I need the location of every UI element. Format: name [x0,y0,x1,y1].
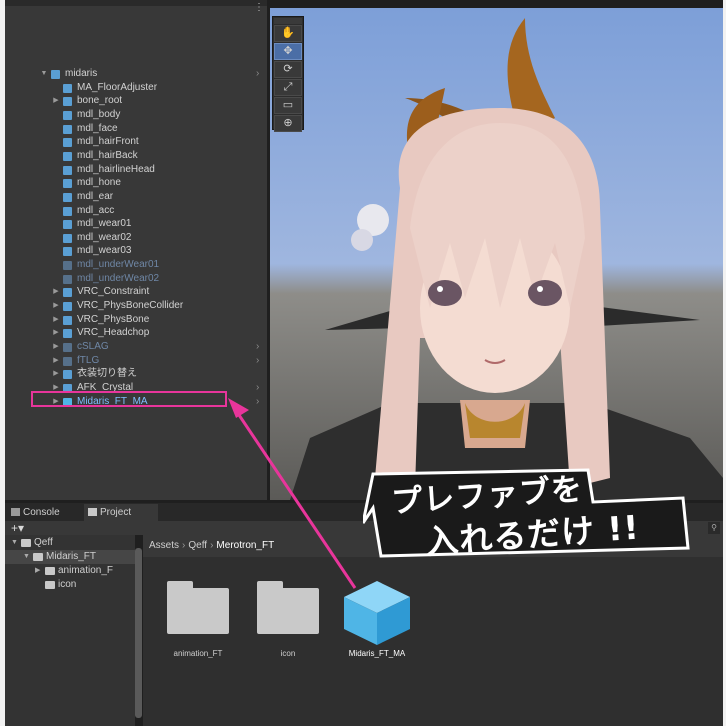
unity-editor: ⋮ ▼ midaris › MA_FloorAdjuster ▶ bone_root mdl… [5,0,723,726]
annotation-arrow [228,398,357,589]
